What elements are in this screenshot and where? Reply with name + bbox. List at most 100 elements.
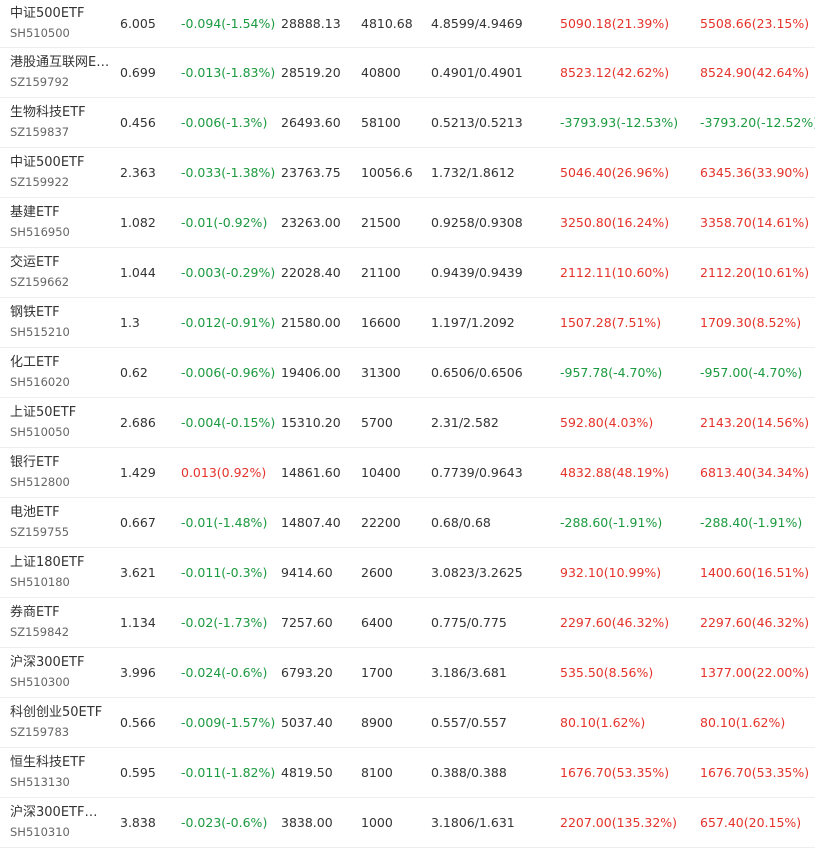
table-row[interactable]: 上证180ETF SH510180 3.621 -0.011(-0.3%) 9414.6… (0, 547, 815, 598)
fund-name[interactable]: 沪深300ETF易方达 (10, 804, 110, 822)
price-cell: 0.699 (120, 47, 181, 98)
table-row[interactable]: 中证500ETF SH510500 6.005 -0.094(-1.54%) 28888… (0, 0, 815, 48)
market-value-cell: 9414.60 (281, 547, 361, 598)
fund-cell[interactable]: 恒生科技ETF SH513130 (0, 747, 120, 798)
table-row[interactable]: 上证50ETF SH510050 2.686 -0.004(-0.15%) 15310.… (0, 397, 815, 448)
pnl-today-cell: 5046.40(26.96%) (560, 147, 700, 198)
change-cell: -0.004(-0.15%) (181, 397, 281, 448)
pnl-today-cell: 932.10(10.99%) (560, 547, 700, 598)
table-row[interactable]: 银行ETF SH512800 1.429 0.013(0.92%) 14861.60 10… (0, 447, 815, 498)
pnl-total-cell: 1709.30(8.52%) (700, 297, 815, 348)
fund-cell[interactable]: 化工ETF SH516020 (0, 347, 120, 398)
table-row[interactable]: 化工ETF SH516020 0.62 -0.006(-0.96%) 19406.00 3… (0, 347, 815, 398)
table-row[interactable]: 港股通互联网ETF SZ159792 0.699 -0.013(-1.83%) 2851… (0, 47, 815, 98)
fund-name[interactable]: 生物科技ETF (10, 104, 110, 122)
table-row[interactable]: 恒生科技ETF SH513130 0.595 -0.011(-1.82%) 4819.5… (0, 747, 815, 798)
table-row[interactable]: 交运ETF SZ159662 1.044 -0.003(-0.29%) 22028.40… (0, 247, 815, 298)
change-cell: -0.01(-0.92%) (181, 197, 281, 248)
fund-cell[interactable]: 上证180ETF SH510180 (0, 547, 120, 598)
fund-cell[interactable]: 券商ETF SZ159842 (0, 597, 120, 648)
cost-cell: 0.775/0.775 (431, 597, 560, 648)
table-row[interactable]: 券商ETF SZ159842 1.134 -0.02(-1.73%) 7257.60 64… (0, 597, 815, 648)
market-value-cell: 23263.00 (281, 197, 361, 248)
fund-cell[interactable]: 中证500ETF SH510500 (0, 0, 120, 48)
cost-cell: 3.1806/1.631 (431, 797, 560, 848)
fund-name[interactable]: 中证500ETF (10, 5, 110, 23)
change-cell: -0.011(-1.82%) (181, 747, 281, 798)
fund-name[interactable]: 上证180ETF (10, 554, 110, 572)
fund-cell[interactable]: 沪深300ETF SH510300 (0, 647, 120, 698)
fund-name[interactable]: 基建ETF (10, 204, 110, 222)
fund-name[interactable]: 银行ETF (10, 454, 110, 472)
table-row[interactable]: 科创创业50ETF SZ159783 0.566 -0.009(-1.57%) 5037… (0, 697, 815, 748)
fund-code: SH510500 (10, 26, 70, 40)
market-value-cell: 14807.40 (281, 497, 361, 548)
table-row[interactable]: 钢铁ETF SH515210 1.3 -0.012(-0.91%) 21580.00 16… (0, 297, 815, 348)
change-cell: -0.023(-0.6%) (181, 797, 281, 848)
price-cell: 3.838 (120, 797, 181, 848)
price-cell: 2.686 (120, 397, 181, 448)
fund-cell[interactable]: 科创创业50ETF SZ159783 (0, 697, 120, 748)
table-row[interactable]: 沪深300ETF易方达 SH510310 3.838-0.023(-0.6%)383… (0, 797, 815, 848)
shares-cell: 4810.68 (361, 0, 431, 48)
fund-name[interactable]: 上证50ETF (10, 404, 110, 422)
pnl-total-cell: 2143.20(14.56%) (700, 397, 815, 448)
fund-cell[interactable]: 银行ETF SH512800 (0, 447, 120, 498)
pnl-total-cell: 1377.00(22.00%) (700, 647, 815, 698)
table-row[interactable]: 中证500ETF SZ159922 2.363 -0.033(-1.38%) 23763… (0, 147, 815, 198)
change-cell: -0.01(-1.48%) (181, 497, 281, 548)
pnl-today-cell: 1676.70(53.35%) (560, 747, 700, 798)
change-cell: -0.012(-0.91%) (181, 297, 281, 348)
fund-name[interactable]: 中证500ETF (10, 154, 110, 172)
change-cell: -0.094(-1.54%) (181, 0, 281, 48)
fund-cell[interactable]: 上证50ETF SH510050 (0, 397, 120, 448)
pnl-today-cell: 1507.28(7.51%) (560, 297, 700, 348)
pnl-today-cell: 2112.11(10.60%) (560, 247, 700, 298)
fund-name[interactable]: 科创创业50ETF (10, 704, 110, 722)
fund-cell[interactable]: 沪深300ETF易方达 SH510310 (0, 797, 120, 848)
table-row[interactable]: 基建ETF SH516950 1.082 -0.01(-0.92%) 23263.00 2… (0, 197, 815, 248)
table-row[interactable]: 生物科技ETF SZ159837 0.456 -0.006(-1.3%) 26493.6… (0, 97, 815, 148)
fund-cell[interactable]: 基建ETF SH516950 (0, 197, 120, 248)
table-row[interactable]: 电池ETF SZ159755 0.667 -0.01(-1.48%) 14807.40 2… (0, 497, 815, 548)
table-row[interactable]: 沪深300ETF SH510300 3.996 -0.024(-0.6%) 6793.2… (0, 647, 815, 698)
change-cell: -0.009(-1.57%) (181, 697, 281, 748)
change-cell: -0.013(-1.83%) (181, 47, 281, 98)
fund-name[interactable]: 港股通互联网ETF (10, 54, 110, 72)
pnl-today-cell: 592.80(4.03%) (560, 397, 700, 448)
price-cell: 1.3 (120, 297, 181, 348)
fund-cell[interactable]: 电池ETF SZ159755 (0, 497, 120, 548)
price-cell: 1.429 (120, 447, 181, 498)
fund-cell[interactable]: 港股通互联网ETF SZ159792 (0, 47, 120, 98)
fund-code: SZ159842 (10, 625, 70, 639)
shares-cell: 8900 (361, 697, 431, 748)
pnl-total-cell: 6345.36(33.90%) (700, 147, 815, 198)
shares-cell: 21500 (361, 197, 431, 248)
fund-cell[interactable]: 生物科技ETF SZ159837 (0, 97, 120, 148)
fund-cell[interactable]: 交运ETF SZ159662 (0, 247, 120, 298)
change-cell: 0.013(0.92%) (181, 447, 281, 498)
pnl-today-cell: 3250.80(16.24%) (560, 197, 700, 248)
shares-cell: 22200 (361, 497, 431, 548)
fund-code: SH512800 (10, 475, 70, 489)
market-value-cell: 14861.60 (281, 447, 361, 498)
cost-cell: 0.557/0.557 (431, 697, 560, 748)
fund-name[interactable]: 交运ETF (10, 254, 110, 272)
shares-cell: 16600 (361, 297, 431, 348)
fund-code: SZ159792 (10, 75, 70, 89)
shares-cell: 2600 (361, 547, 431, 598)
fund-name[interactable]: 券商ETF (10, 604, 110, 622)
fund-name[interactable]: 恒生科技ETF (10, 754, 110, 772)
fund-name[interactable]: 沪深300ETF (10, 654, 110, 672)
fund-cell[interactable]: 钢铁ETF SH515210 (0, 297, 120, 348)
cost-cell: 0.6506/0.6506 (431, 347, 560, 398)
fund-name[interactable]: 钢铁ETF (10, 304, 110, 322)
fund-cell[interactable]: 中证500ETF SZ159922 (0, 147, 120, 198)
fund-code: SH513130 (10, 775, 70, 789)
fund-name[interactable]: 化工ETF (10, 354, 110, 372)
fund-name[interactable]: 电池ETF (10, 504, 110, 522)
shares-cell: 21100 (361, 247, 431, 298)
market-value-cell: 4819.50 (281, 747, 361, 798)
shares-cell: 5700 (361, 397, 431, 448)
price-cell: 3.621 (120, 547, 181, 598)
